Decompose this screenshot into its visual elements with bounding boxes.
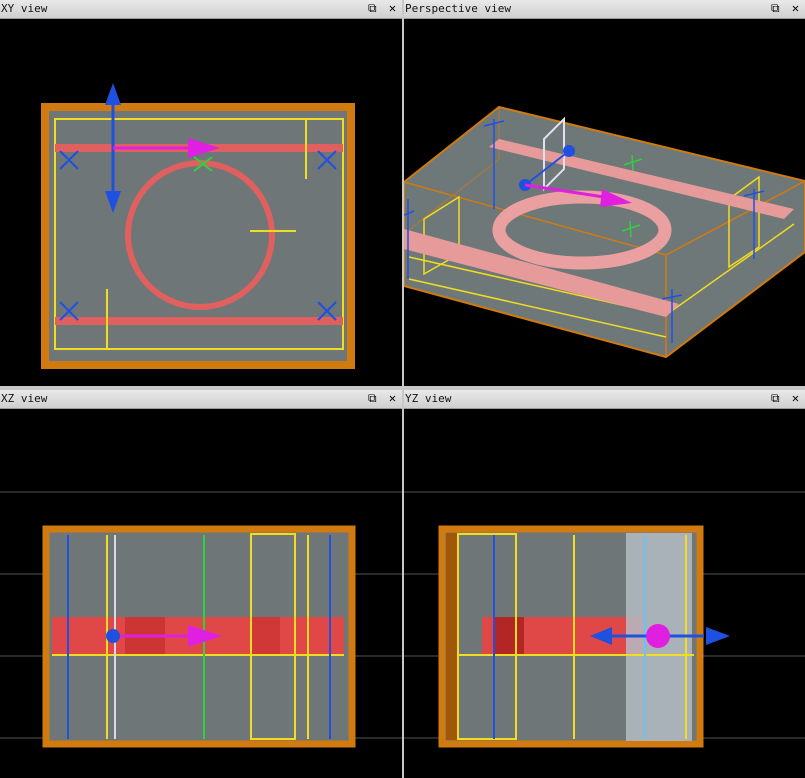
yz-view-pane: YZ view ⧉ ✕ <box>404 390 805 778</box>
perspective-view-title: Perspective view <box>405 2 511 15</box>
yz-view-titlebar: YZ view ⧉ ✕ <box>404 390 805 409</box>
close-icon[interactable]: ✕ <box>789 1 802 15</box>
restore-window-icon[interactable]: ⧉ <box>769 391 782 406</box>
xy-view-titlebar: XY view ⧉ ✕ <box>0 0 402 19</box>
waveguide-bottom <box>55 317 343 325</box>
restore-window-icon[interactable]: ⧉ <box>366 1 379 16</box>
substrate-top <box>404 105 805 359</box>
xy-viewport[interactable] <box>0 19 402 386</box>
perspective-view-titlebar: Perspective view ⧉ ✕ <box>404 0 805 19</box>
axis-arrow-up <box>105 83 121 105</box>
perspective-viewport[interactable] <box>404 19 805 386</box>
xy-view-title: XY view <box>1 2 48 15</box>
perspective-view-pane: Perspective view ⧉ ✕ <box>404 0 805 386</box>
close-icon[interactable]: ✕ <box>386 391 399 405</box>
close-icon[interactable]: ✕ <box>386 1 399 15</box>
xz-viewport[interactable] <box>0 409 402 778</box>
close-icon[interactable]: ✕ <box>789 391 802 405</box>
xy-view-pane: XY view ⧉ ✕ <box>0 0 402 386</box>
horizontal-splitter[interactable] <box>0 386 805 390</box>
xz-view-title: XZ view <box>1 392 48 405</box>
yz-view-title: YZ view <box>405 392 452 405</box>
xz-view-titlebar: XZ view ⧉ ✕ <box>0 390 402 409</box>
restore-window-icon[interactable]: ⧉ <box>769 1 782 16</box>
xz-view-pane: XZ view ⧉ ✕ <box>0 390 402 778</box>
yz-viewport[interactable] <box>404 409 805 778</box>
restore-window-icon[interactable]: ⧉ <box>366 391 379 406</box>
